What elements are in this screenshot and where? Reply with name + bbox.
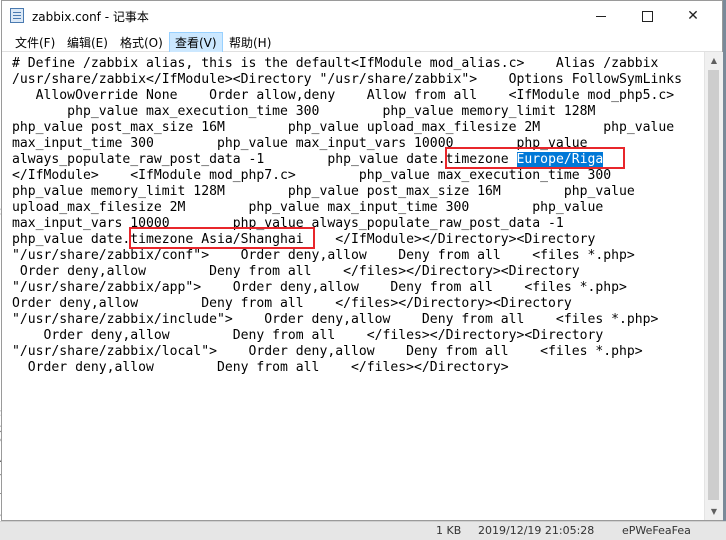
text-line: max_input_time 300 php_value max_input_v… bbox=[12, 136, 587, 152]
text-line-content: </IfModule> <IfModule mod_php7.c> php_va… bbox=[12, 168, 612, 183]
menu-edit[interactable]: 编辑(E) bbox=[62, 33, 113, 52]
text-line-content: max_input_vars 10000 php_value always_po… bbox=[12, 216, 564, 231]
text-line-content: php_value max_execution_time 300 php_val… bbox=[12, 104, 596, 119]
text-line: Order deny,allow Deny from all </files><… bbox=[12, 328, 604, 344]
text-line: upload_max_filesize 2M php_value max_inp… bbox=[12, 200, 603, 216]
background-file-list-row: 1 KB 2019/12/19 21:05:28 ePWeFeaFea bbox=[0, 521, 726, 540]
text-line: # Define /zabbix alias, this is the defa… bbox=[12, 56, 658, 72]
text-line: always_populate_raw_post_data -1 php_val… bbox=[12, 152, 604, 168]
text-line: Order deny,allow Deny from all </files><… bbox=[12, 360, 509, 376]
text-editor-area[interactable]: # Define /zabbix alias, this is the defa… bbox=[2, 52, 704, 520]
text-line-content: "/usr/share/zabbix/local"> Order deny,al… bbox=[12, 344, 643, 359]
menu-help[interactable]: 帮助(H) bbox=[224, 33, 276, 52]
file-extra: ePWeFeaFea bbox=[622, 524, 691, 537]
text-line: AllowOverride None Order allow,deny Allo… bbox=[12, 88, 675, 104]
text-line-content: # Define /zabbix alias, this is the defa… bbox=[12, 56, 659, 71]
vertical-scrollbar[interactable]: ▲ ▼ bbox=[704, 52, 723, 520]
text-line: </IfModule> <IfModule mod_php7.c> php_va… bbox=[12, 168, 611, 184]
file-size: 1 KB bbox=[436, 524, 462, 537]
text-line-content: Order deny,allow Deny from all </files><… bbox=[12, 264, 580, 279]
text-line-content: Order deny,allow Deny from all </files><… bbox=[12, 296, 572, 311]
maximize-button[interactable] bbox=[624, 1, 670, 31]
minimize-icon bbox=[596, 15, 606, 17]
menu-file[interactable]: 文件(F) bbox=[10, 33, 60, 52]
scroll-up-arrow-icon[interactable]: ▲ bbox=[705, 52, 723, 69]
window-title: zabbix.conf - 记事本 bbox=[32, 10, 149, 24]
selected-text: Europe/Riga bbox=[516, 152, 604, 167]
text-line-content: always_populate_raw_post_data -1 php_val… bbox=[12, 152, 517, 167]
menu-bar: 文件(F) 编辑(E) 格式(O) 查看(V) 帮助(H) bbox=[2, 31, 722, 53]
text-line: max_input_vars 10000 php_value always_po… bbox=[12, 216, 564, 232]
file-date: 2019/12/19 21:05:28 bbox=[478, 524, 595, 537]
text-line: "/usr/share/zabbix/include"> Order deny,… bbox=[12, 312, 658, 328]
text-line-content: Order deny,allow Deny from all </files><… bbox=[12, 360, 509, 375]
menu-view[interactable]: 查看(V) bbox=[169, 32, 223, 53]
text-line-content: "/usr/share/zabbix/app"> Order deny,allo… bbox=[12, 280, 627, 295]
menu-format[interactable]: 格式(O) bbox=[115, 33, 168, 52]
text-line: php_value date.timezone Asia/Shanghai </… bbox=[12, 232, 595, 248]
text-line-content: Order deny,allow Deny from all </files><… bbox=[12, 328, 604, 343]
close-button[interactable]: ✕ bbox=[670, 1, 716, 31]
text-line-content: upload_max_filesize 2M php_value max_inp… bbox=[12, 200, 604, 215]
text-line: php_value memory_limit 128M php_value po… bbox=[12, 184, 635, 200]
text-line-content: /usr/share/zabbix</IfModule><Directory "… bbox=[12, 72, 683, 87]
text-line-content: php_value memory_limit 128M php_value po… bbox=[12, 184, 635, 199]
text-line-content: max_input_time 300 php_value max_input_v… bbox=[12, 136, 588, 151]
title-bar[interactable]: zabbix.conf - 记事本 ✕ bbox=[2, 1, 722, 31]
text-line: Order deny,allow Deny from all </files><… bbox=[12, 264, 580, 280]
notepad-icon bbox=[10, 8, 24, 23]
text-line: "/usr/share/zabbix/conf"> Order deny,all… bbox=[12, 248, 635, 264]
text-line-content: "/usr/share/zabbix/conf"> Order deny,all… bbox=[12, 248, 635, 263]
text-line-content: php_value date.timezone Asia/Shanghai </… bbox=[12, 232, 596, 247]
text-line: php_value max_execution_time 300 php_val… bbox=[12, 104, 595, 120]
text-line: php_value post_max_size 16M php_value up… bbox=[12, 120, 674, 136]
text-line: "/usr/share/zabbix/local"> Order deny,al… bbox=[12, 344, 643, 360]
maximize-icon bbox=[641, 10, 653, 22]
text-line: "/usr/share/zabbix/app"> Order deny,allo… bbox=[12, 280, 627, 296]
text-line: Order deny,allow Deny from all </files><… bbox=[12, 296, 572, 312]
text-line-content: AllowOverride None Order allow,deny Allo… bbox=[12, 88, 675, 103]
text-line-content: php_value post_max_size 16M php_value up… bbox=[12, 120, 675, 135]
scrollbar-thumb[interactable] bbox=[708, 70, 719, 500]
close-icon: ✕ bbox=[687, 8, 699, 24]
scroll-down-arrow-icon[interactable]: ▼ bbox=[705, 503, 723, 520]
minimize-button[interactable] bbox=[578, 1, 624, 31]
notepad-window: zabbix.conf - 记事本 ✕ 文件(F) 编辑(E) 格式(O) 查看… bbox=[1, 0, 723, 521]
text-line-content: "/usr/share/zabbix/include"> Order deny,… bbox=[12, 312, 659, 327]
text-line: /usr/share/zabbix</IfModule><Directory "… bbox=[12, 72, 682, 88]
